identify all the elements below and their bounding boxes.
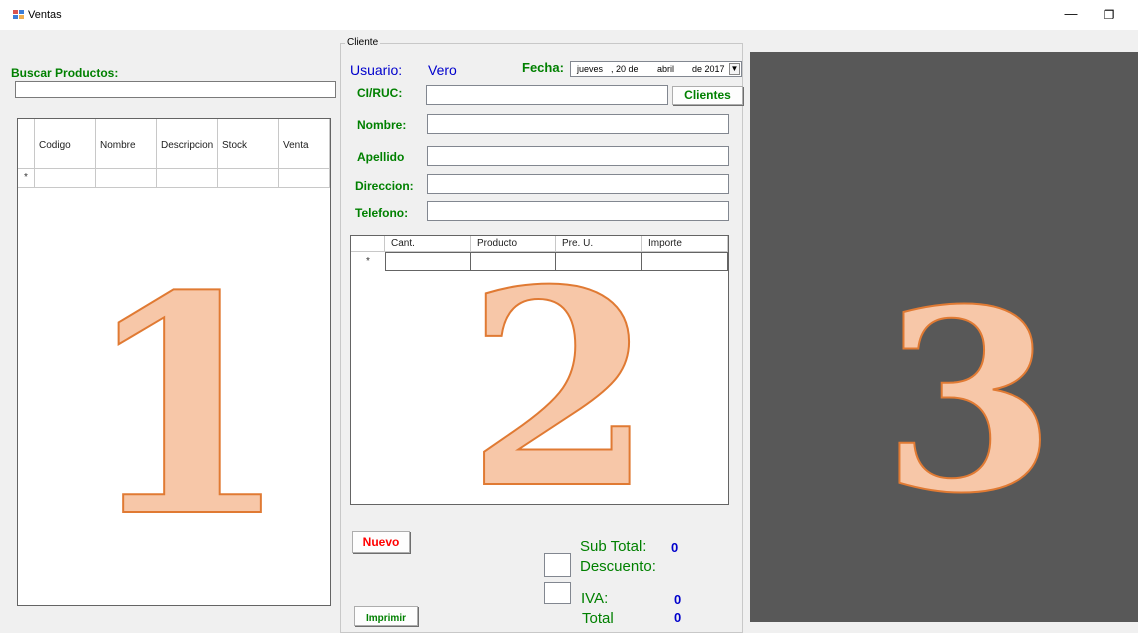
apellido-input[interactable] <box>427 146 729 166</box>
total-value: 0 <box>674 610 682 625</box>
restore-button[interactable]: ❐ <box>1098 6 1120 24</box>
subtotal-label: Sub Total: <box>580 538 647 555</box>
products-grid[interactable]: Codigo Nombre Descripcion Stock Venta * … <box>17 118 331 606</box>
iva-value: 0 <box>674 592 682 607</box>
grid-cell[interactable] <box>157 169 218 188</box>
annotation-number-2: 2 <box>465 230 655 548</box>
cliente-group-label: Cliente <box>345 37 381 48</box>
grid-cell[interactable] <box>385 252 471 271</box>
fecha-day: jueves <box>577 64 604 74</box>
column-header-codigo[interactable]: Codigo <box>35 119 96 169</box>
total-label: Total <box>582 610 614 627</box>
ci-ruc-label: CI/RUC: <box>357 86 403 100</box>
grid-cell[interactable] <box>96 169 157 188</box>
search-label: Buscar Productos: <box>11 66 119 80</box>
fecha-label: Fecha: <box>522 60 564 75</box>
chevron-down-icon[interactable]: ▼ <box>729 63 740 75</box>
descuento-input[interactable] <box>544 553 571 577</box>
fecha-month: abril <box>657 64 675 74</box>
iva-input[interactable] <box>544 582 571 604</box>
subtotal-value: 0 <box>671 540 679 555</box>
nuevo-button[interactable]: Nuevo <box>352 531 410 553</box>
column-header-importe[interactable]: Importe <box>642 236 728 252</box>
ci-ruc-input[interactable] <box>426 85 668 105</box>
new-row-marker[interactable]: * <box>351 252 385 271</box>
detail-grid[interactable]: Cant. Producto Pre. U. Importe * 2 <box>350 235 729 525</box>
title-bar <box>0 0 1138 30</box>
grid-cell[interactable] <box>642 252 728 271</box>
fecha-year: de 2017 <box>692 64 725 74</box>
app-icon <box>13 10 24 20</box>
iva-label: IVA: <box>581 590 609 607</box>
telefono-input[interactable] <box>427 201 729 221</box>
grid-cell[interactable] <box>35 169 96 188</box>
apellido-label: Apellido <box>357 150 405 164</box>
telefono-label: Telefono: <box>355 206 409 220</box>
fecha-datepicker[interactable]: jueves , 20 de abril de 2017 ▼ <box>570 61 742 77</box>
fecha-mid: , 20 de <box>611 64 639 74</box>
annotation-number-1: 1 <box>81 230 292 583</box>
nombre-input[interactable] <box>427 114 729 134</box>
minimize-button[interactable]: — <box>1060 6 1082 24</box>
direccion-input[interactable] <box>427 174 729 194</box>
direccion-label: Direccion: <box>355 179 414 193</box>
window-title: Ventas <box>28 9 62 21</box>
grid-corner <box>351 236 385 252</box>
column-header-cant[interactable]: Cant. <box>385 236 471 252</box>
usuario-value: Vero <box>428 62 457 78</box>
new-row-marker[interactable]: * <box>18 169 35 188</box>
grid-corner <box>18 119 35 169</box>
nombre-label: Nombre: <box>357 118 407 132</box>
grid-cell[interactable] <box>218 169 279 188</box>
dark-panel: 3 <box>750 52 1138 622</box>
column-header-stock[interactable]: Stock <box>218 119 279 169</box>
usuario-label: Usuario: <box>350 62 403 78</box>
search-input[interactable] <box>15 81 336 98</box>
clientes-button[interactable]: Clientes <box>672 86 743 105</box>
column-header-descripcion[interactable]: Descripcion <box>157 119 218 169</box>
grid-cell[interactable] <box>279 169 330 188</box>
imprimir-button[interactable]: Imprimir <box>354 606 418 626</box>
column-header-nombre[interactable]: Nombre <box>96 119 157 169</box>
annotation-number-3: 3 <box>881 254 1057 548</box>
column-header-venta[interactable]: Venta <box>279 119 330 169</box>
descuento-label: Descuento: <box>580 558 656 575</box>
